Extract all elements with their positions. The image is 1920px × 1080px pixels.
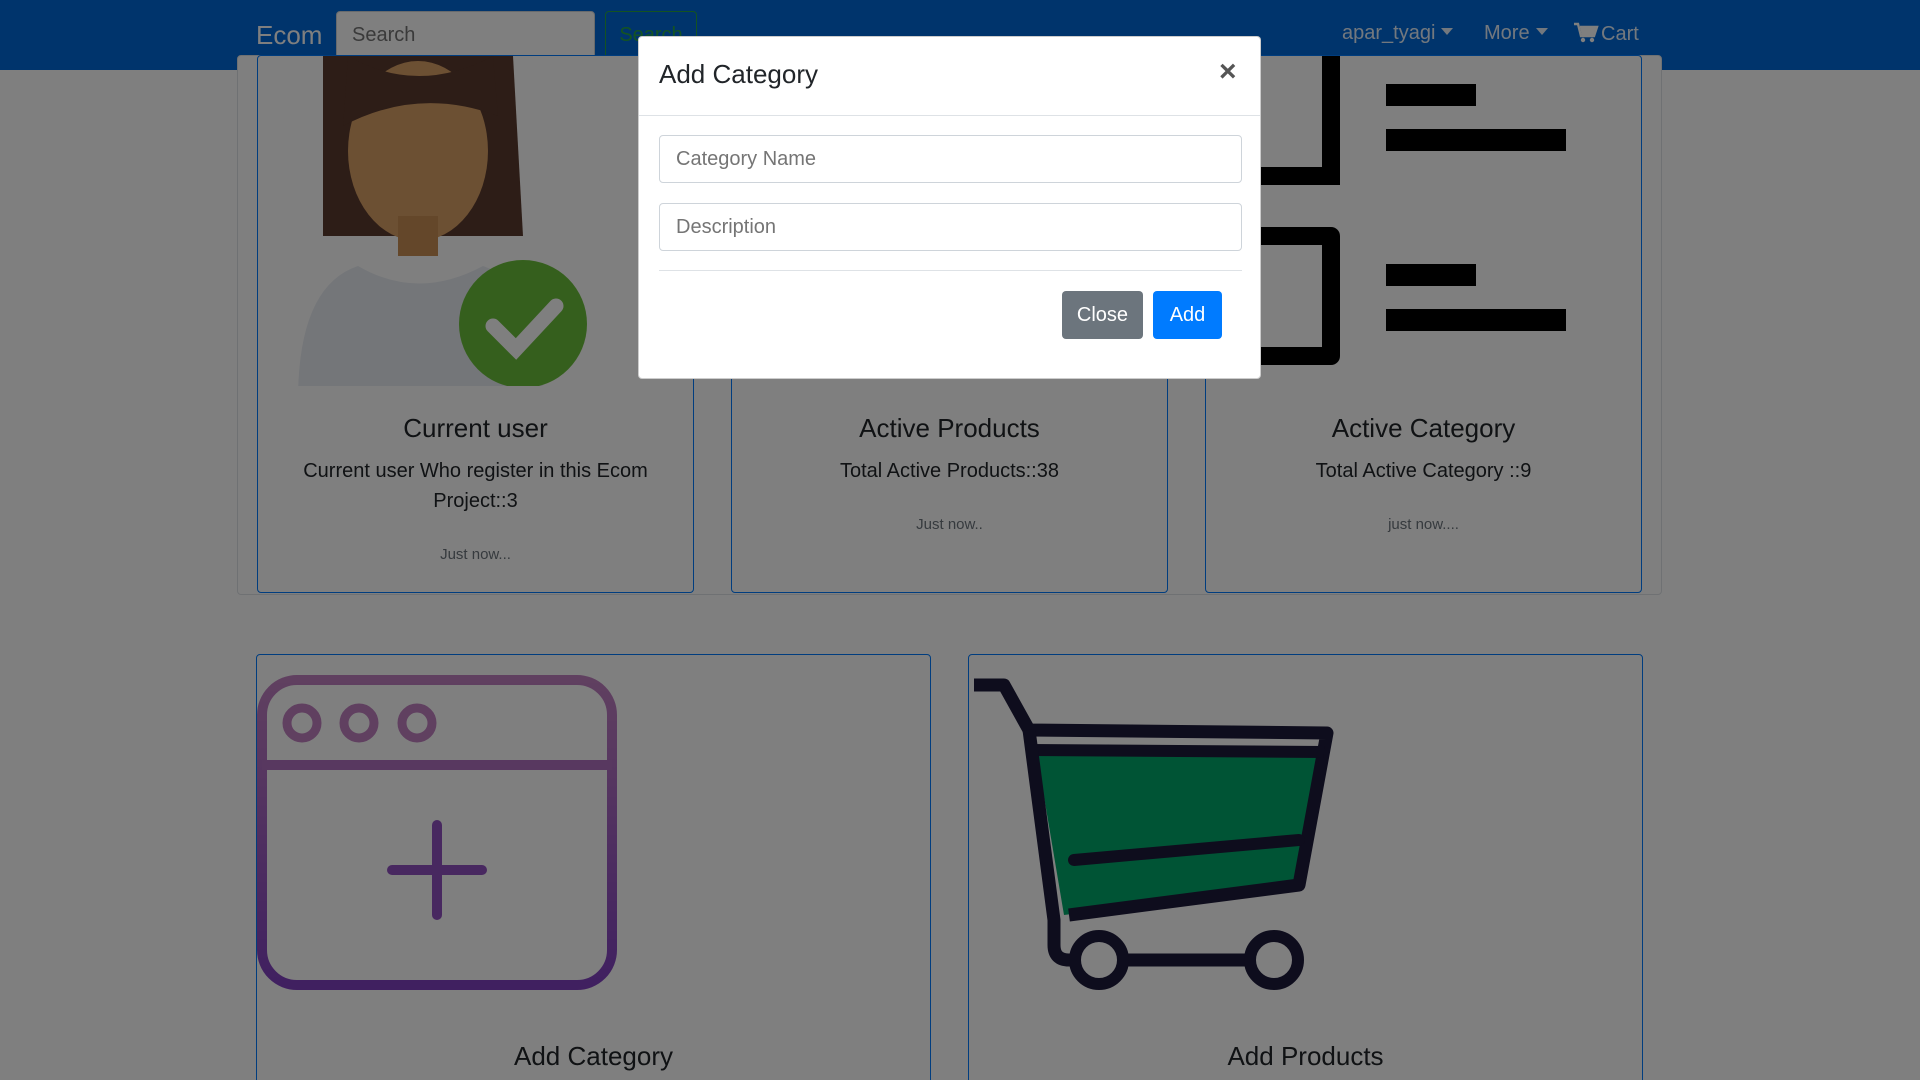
close-button[interactable]: Close xyxy=(1062,291,1143,339)
add-button[interactable]: Add xyxy=(1153,291,1222,339)
modal-divider xyxy=(639,115,1260,116)
description-input[interactable] xyxy=(659,203,1242,251)
modal-title: Add Category xyxy=(659,59,818,89)
close-icon[interactable]: × xyxy=(1219,57,1237,87)
form-divider xyxy=(659,270,1242,271)
category-name-input[interactable] xyxy=(659,135,1242,183)
add-category-modal: Add Category × Close Add xyxy=(638,36,1261,379)
